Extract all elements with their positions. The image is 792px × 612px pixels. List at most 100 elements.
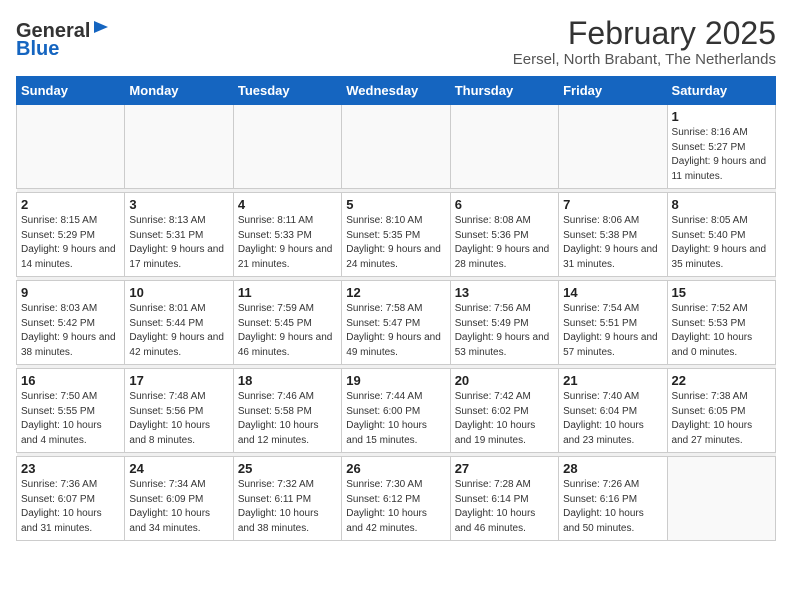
day-number: 7 (563, 197, 662, 212)
table-row: 4 Sunrise: 8:11 AMSunset: 5:33 PMDaylight… (233, 193, 341, 277)
header-sunday: Sunday (17, 77, 125, 105)
day-info: Sunrise: 7:46 AMSunset: 5:58 PMDaylight:… (238, 390, 337, 448)
day-number: 21 (563, 373, 662, 388)
table-row: 5 Sunrise: 8:10 AMSunset: 5:35 PMDaylight… (342, 193, 450, 277)
table-row: 12Sunrise: 7:58 AMSunset: 5:47 PMDayligh… (342, 281, 450, 365)
table-row (559, 105, 667, 189)
day-number: 8 (672, 197, 771, 212)
day-info: Sunrise: 7:52 AMSunset: 5:53 PMDaylight:… (672, 302, 771, 360)
table-row: 11Sunrise: 7:59 AMSunset: 5:45 PMDayligh… (233, 281, 341, 365)
day-info: Sunrise: 8:16 AMSunset: 5:27 PMDaylight:… (672, 126, 771, 184)
table-row: 7 Sunrise: 8:06 AMSunset: 5:38 PMDaylight… (559, 193, 667, 277)
day-info: Sunrise: 7:44 AMSunset: 6:00 PMDaylight:… (346, 390, 445, 448)
title-block: February 2025 Eersel, North Brabant, The… (513, 16, 776, 68)
header-wednesday: Wednesday (342, 77, 450, 105)
table-row: 17 Sunrise: 7:48 AMSunset: 5:56 PMDayligh… (125, 369, 233, 453)
day-number: 2 (21, 197, 120, 212)
table-row: 10 Sunrise: 8:01 AMSunset: 5:44 PMDayligh… (125, 281, 233, 365)
table-row: 6 Sunrise: 8:08 AMSunset: 5:36 PMDaylight… (450, 193, 558, 277)
calendar-week-row: 1 Sunrise: 8:16 AMSunset: 5:27 PMDaylight… (17, 105, 776, 189)
day-info: Sunrise: 7:54 AMSunset: 5:51 PMDaylight:… (563, 302, 662, 360)
day-info: Sunrise: 8:06 AMSunset: 5:38 PMDaylight:… (563, 214, 662, 272)
calendar-week-row: 23 Sunrise: 7:36 AMSunset: 6:07 PMDayligh… (17, 457, 776, 541)
day-info: Sunrise: 8:01 AMSunset: 5:44 PMDaylight:… (129, 302, 228, 360)
table-row: 27 Sunrise: 7:28 AMSunset: 6:14 PMDayligh… (450, 457, 558, 541)
day-info: Sunrise: 8:03 AMSunset: 5:42 PMDaylight:… (21, 302, 120, 360)
header-thursday: Thursday (450, 77, 558, 105)
day-info: Sunrise: 7:26 AMSunset: 6:16 PMDaylight:… (563, 478, 662, 536)
table-row: 24 Sunrise: 7:34 AMSunset: 6:09 PMDayligh… (125, 457, 233, 541)
calendar-week-row: 2 Sunrise: 8:15 AMSunset: 5:29 PMDaylight… (17, 193, 776, 277)
table-row: 9 Sunrise: 8:03 AMSunset: 5:42 PMDaylight… (17, 281, 125, 365)
day-info: Sunrise: 8:15 AMSunset: 5:29 PMDaylight:… (21, 214, 120, 272)
day-info: Sunrise: 8:08 AMSunset: 5:36 PMDaylight:… (455, 214, 554, 272)
day-info: Sunrise: 7:32 AMSunset: 6:11 PMDaylight:… (238, 478, 337, 536)
day-number: 6 (455, 197, 554, 212)
day-info: Sunrise: 7:36 AMSunset: 6:07 PMDaylight:… (21, 478, 120, 536)
table-row (17, 105, 125, 189)
calendar-subtitle: Eersel, North Brabant, The Netherlands (513, 51, 776, 68)
day-number: 13 (455, 285, 554, 300)
day-info: Sunrise: 7:48 AMSunset: 5:56 PMDaylight:… (129, 390, 228, 448)
day-info: Sunrise: 8:10 AMSunset: 5:35 PMDaylight:… (346, 214, 445, 272)
day-info: Sunrise: 7:34 AMSunset: 6:09 PMDaylight:… (129, 478, 228, 536)
calendar-title: February 2025 (513, 16, 776, 51)
header: General Blue February 2025 Eersel, North… (16, 16, 776, 68)
day-info: Sunrise: 8:13 AMSunset: 5:31 PMDaylight:… (129, 214, 228, 272)
day-number: 23 (21, 461, 120, 476)
table-row: 28Sunrise: 7:26 AMSunset: 6:16 PMDayligh… (559, 457, 667, 541)
day-number: 17 (129, 373, 228, 388)
table-row: 16Sunrise: 7:50 AMSunset: 5:55 PMDayligh… (17, 369, 125, 453)
table-row: 3 Sunrise: 8:13 AMSunset: 5:31 PMDaylight… (125, 193, 233, 277)
day-number: 12 (346, 285, 445, 300)
page-container: General Blue February 2025 Eersel, North… (0, 0, 792, 549)
table-row (667, 457, 775, 541)
table-row (233, 105, 341, 189)
day-number: 19 (346, 373, 445, 388)
day-number: 15 (672, 285, 771, 300)
day-info: Sunrise: 7:59 AMSunset: 5:45 PMDaylight:… (238, 302, 337, 360)
day-number: 3 (129, 197, 228, 212)
day-info: Sunrise: 7:42 AMSunset: 6:02 PMDaylight:… (455, 390, 554, 448)
header-friday: Friday (559, 77, 667, 105)
table-row: 19 Sunrise: 7:44 AMSunset: 6:00 PMDayligh… (342, 369, 450, 453)
day-number: 22 (672, 373, 771, 388)
table-row: 1 Sunrise: 8:16 AMSunset: 5:27 PMDaylight… (667, 105, 775, 189)
table-row: 26 Sunrise: 7:30 AMSunset: 6:12 PMDayligh… (342, 457, 450, 541)
logo-arrow-icon (92, 18, 110, 36)
table-row: 2 Sunrise: 8:15 AMSunset: 5:29 PMDaylight… (17, 193, 125, 277)
day-number: 14 (563, 285, 662, 300)
day-info: Sunrise: 7:56 AMSunset: 5:49 PMDaylight:… (455, 302, 554, 360)
weekday-header-row: Sunday Monday Tuesday Wednesday Thursday… (17, 77, 776, 105)
table-row (450, 105, 558, 189)
day-number: 9 (21, 285, 120, 300)
header-saturday: Saturday (667, 77, 775, 105)
day-info: Sunrise: 7:28 AMSunset: 6:14 PMDaylight:… (455, 478, 554, 536)
table-row: 13 Sunrise: 7:56 AMSunset: 5:49 PMDayligh… (450, 281, 558, 365)
logo: General Blue (16, 20, 110, 60)
day-info: Sunrise: 8:05 AMSunset: 5:40 PMDaylight:… (672, 214, 771, 272)
table-row: 25 Sunrise: 7:32 AMSunset: 6:11 PMDayligh… (233, 457, 341, 541)
table-row: 23 Sunrise: 7:36 AMSunset: 6:07 PMDayligh… (17, 457, 125, 541)
calendar-week-row: 16Sunrise: 7:50 AMSunset: 5:55 PMDayligh… (17, 369, 776, 453)
logo-blue-text: Blue (16, 38, 59, 60)
day-number: 18 (238, 373, 337, 388)
day-number: 27 (455, 461, 554, 476)
table-row (342, 105, 450, 189)
header-tuesday: Tuesday (233, 77, 341, 105)
table-row: 20 Sunrise: 7:42 AMSunset: 6:02 PMDayligh… (450, 369, 558, 453)
day-number: 20 (455, 373, 554, 388)
day-info: Sunrise: 7:38 AMSunset: 6:05 PMDaylight:… (672, 390, 771, 448)
table-row (125, 105, 233, 189)
day-number: 5 (346, 197, 445, 212)
day-number: 10 (129, 285, 228, 300)
day-number: 4 (238, 197, 337, 212)
day-number: 1 (672, 109, 771, 124)
day-number: 25 (238, 461, 337, 476)
day-number: 26 (346, 461, 445, 476)
day-number: 24 (129, 461, 228, 476)
day-info: Sunrise: 7:30 AMSunset: 6:12 PMDaylight:… (346, 478, 445, 536)
day-info: Sunrise: 7:40 AMSunset: 6:04 PMDaylight:… (563, 390, 662, 448)
table-row: 8 Sunrise: 8:05 AMSunset: 5:40 PMDaylight… (667, 193, 775, 277)
day-info: Sunrise: 8:11 AMSunset: 5:33 PMDaylight:… (238, 214, 337, 272)
